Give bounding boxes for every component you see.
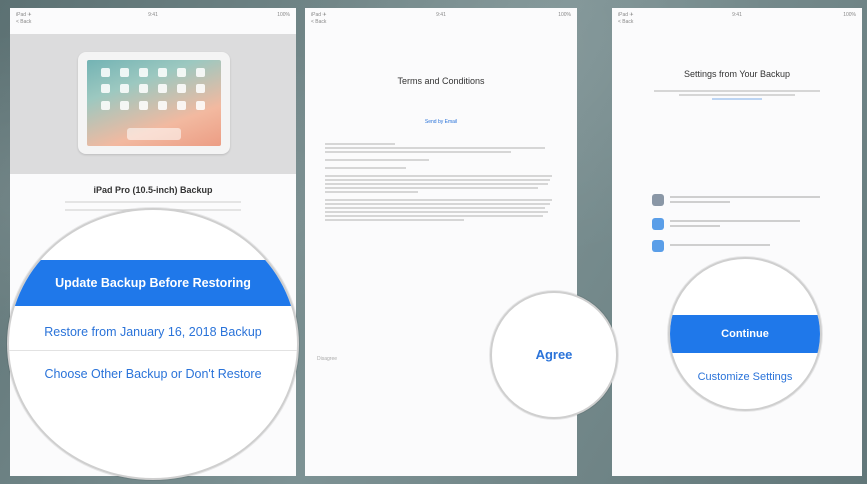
battery-label: 100% <box>277 12 290 18</box>
twitter-icon <box>652 218 664 230</box>
dock <box>127 128 181 140</box>
magnifier-continue: Continue Customize Settings <box>668 257 822 411</box>
back-button[interactable]: < Back <box>16 19 32 26</box>
setting-row-siri <box>652 240 832 254</box>
clock: 9:41 <box>436 12 446 18</box>
magnifier-agree: Agree <box>490 291 618 419</box>
photos-icon <box>652 194 664 206</box>
status-bar: iPad ✈ < Back 9:41 100% <box>618 12 856 30</box>
status-bar: iPad ✈ < Back 9:41 100% <box>311 12 571 30</box>
page-title: Settings from Your Backup <box>683 69 791 79</box>
continue-button[interactable]: Continue <box>670 315 820 353</box>
setting-row-photos <box>652 194 832 208</box>
app-grid <box>101 68 207 112</box>
back-button[interactable]: < Back <box>618 19 634 26</box>
siri-icon <box>652 240 664 252</box>
page-title: iPad Pro (10.5-inch) Backup <box>93 185 213 195</box>
agree-button[interactable]: Agree <box>492 347 616 362</box>
status-bar: iPad ✈ < Back 9:41 100% <box>16 12 290 30</box>
page-title: Terms and Conditions <box>397 76 485 86</box>
description-text <box>654 90 820 102</box>
restore-from-backup-button[interactable]: Restore from January 16, 2018 Backup <box>9 325 297 339</box>
customize-settings-button[interactable]: Customize Settings <box>670 371 820 383</box>
disagree-button[interactable]: Disagree <box>317 356 337 362</box>
ipad-icon <box>78 52 230 154</box>
battery-label: 100% <box>843 12 856 18</box>
update-backup-button[interactable]: Update Backup Before Restoring <box>9 260 297 306</box>
battery-label: 100% <box>558 12 571 18</box>
setting-row-twitter <box>652 218 832 232</box>
terms-text <box>325 143 557 223</box>
choose-other-backup-button[interactable]: Choose Other Backup or Don't Restore <box>9 367 297 381</box>
clock: 9:41 <box>148 12 158 18</box>
send-by-email-link[interactable]: Send by Email <box>305 119 577 125</box>
ipad-screen <box>87 60 221 146</box>
back-button[interactable]: < Back <box>311 19 327 26</box>
magnifier-restore-options: Update Backup Before Restoring Restore f… <box>7 208 299 480</box>
clock: 9:41 <box>732 12 742 18</box>
device-hero <box>10 34 296 174</box>
